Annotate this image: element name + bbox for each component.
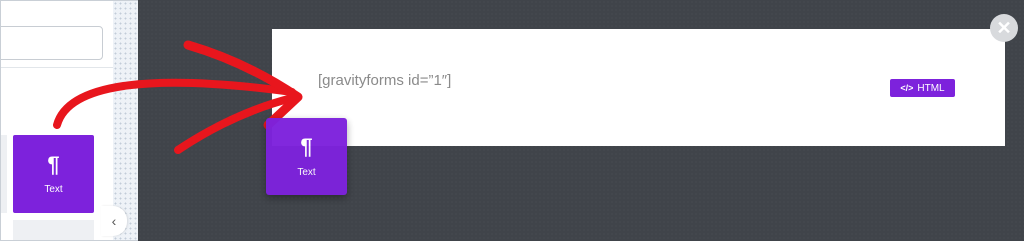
dragged-text-widget[interactable]: ¶ Text (266, 118, 347, 195)
widgets-panel: ¶ Text (1, 1, 113, 240)
close-icon: ✕ (996, 17, 1012, 38)
search-input[interactable] (1, 26, 103, 60)
pilcrow-icon: ¶ (47, 151, 60, 177)
chevron-left-icon: ‹ (111, 213, 117, 229)
widget-tile-partial[interactable] (1, 135, 7, 213)
close-button[interactable]: ✕ (990, 14, 1018, 42)
html-badge-label: HTML (917, 82, 945, 94)
collapse-panel-button[interactable]: ‹ (101, 206, 127, 236)
pilcrow-icon: ¶ (300, 133, 313, 159)
divider (1, 67, 113, 68)
dragged-widget-label: Text (297, 166, 316, 178)
shortcode-text: [gravityforms id=”1″] (318, 72, 452, 89)
code-icon: </> (900, 83, 914, 93)
widget-tile-next[interactable] (13, 220, 94, 240)
widget-tile-label: Text (44, 183, 63, 195)
widget-tile-text[interactable]: ¶ Text (13, 135, 94, 213)
panel-edge-strip (113, 1, 139, 240)
html-badge[interactable]: </> HTML (890, 79, 955, 97)
